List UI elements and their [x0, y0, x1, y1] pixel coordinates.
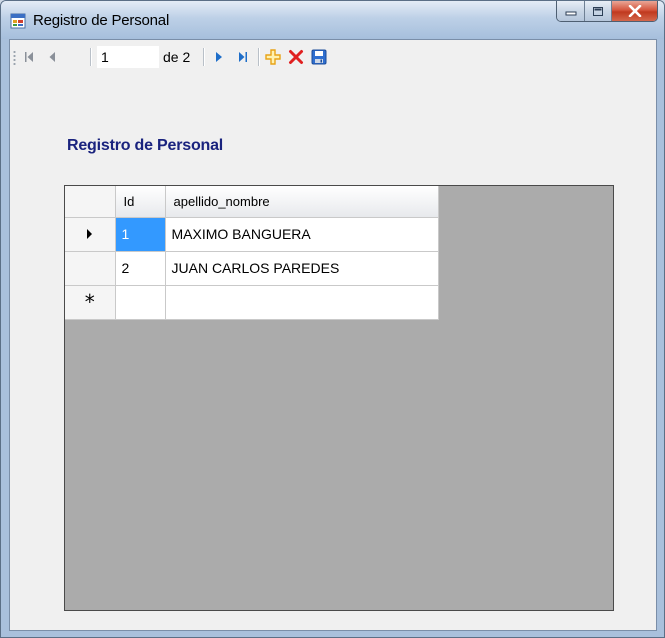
window-title: Registro de Personal [33, 12, 170, 29]
row-header[interactable] [65, 217, 116, 252]
toolbar-separator [258, 48, 260, 66]
app-icon[interactable] [10, 13, 26, 29]
new-row-icon: * [84, 290, 95, 314]
delete-icon [289, 50, 303, 64]
cell-id[interactable]: 1 [115, 217, 166, 252]
save-icon [311, 49, 327, 65]
cell-apellido-nombre[interactable] [165, 285, 439, 320]
move-last-icon [239, 52, 247, 62]
cell-apellido-nombre[interactable]: JUAN CARLOS PAREDES [165, 251, 439, 286]
add-new-button[interactable] [264, 48, 282, 66]
move-first-button[interactable] [20, 48, 38, 66]
move-last-button[interactable] [234, 48, 252, 66]
form-heading: Registro de Personal [67, 137, 224, 154]
save-button[interactable] [310, 48, 328, 66]
title-bar[interactable]: Registro de Personal [1, 1, 664, 39]
position-input[interactable] [97, 46, 159, 68]
move-next-icon [216, 52, 222, 62]
row-header[interactable]: * [65, 285, 116, 320]
cell-id[interactable] [115, 285, 166, 320]
maximize-icon [593, 6, 603, 16]
toolbar-separator [203, 48, 205, 66]
cell-apellido-nombre[interactable]: MAXIMO BANGUERA [165, 217, 439, 252]
grid-corner-header[interactable] [65, 186, 116, 218]
move-previous-icon [49, 52, 55, 62]
toolbar-separator [90, 48, 92, 66]
move-first-icon [25, 52, 33, 62]
grid-table: Id apellido_nombre 1 MAXIMO BANGUERA 2 J… [65, 186, 439, 320]
personal-data-grid[interactable]: Id apellido_nombre 1 MAXIMO BANGUERA 2 J… [64, 185, 614, 611]
toolbar-grip[interactable] [13, 50, 16, 66]
record-count-label: de 2 [163, 49, 191, 65]
maximize-button[interactable] [585, 1, 612, 21]
column-header-apellido-nombre[interactable]: apellido_nombre [165, 186, 439, 218]
current-row-icon [87, 229, 93, 239]
close-icon [628, 5, 641, 17]
window-controls [556, 1, 658, 22]
table-row[interactable]: 1 MAXIMO BANGUERA [65, 217, 439, 252]
row-header[interactable] [65, 251, 116, 286]
cell-id[interactable]: 2 [115, 251, 166, 286]
new-row[interactable]: * [65, 285, 439, 320]
close-button[interactable] [612, 1, 657, 21]
grid-header-row: Id apellido_nombre [65, 186, 439, 218]
table-row[interactable]: 2 JUAN CARLOS PAREDES [65, 251, 439, 286]
minimize-icon [565, 11, 576, 16]
main-window: Registro de Personal 1 de 2 Registro de … [0, 0, 665, 638]
column-header-id[interactable]: Id [115, 186, 166, 218]
move-previous-button[interactable] [44, 48, 62, 66]
move-next-button[interactable] [210, 48, 228, 66]
minimize-button[interactable] [557, 1, 585, 21]
add-icon [265, 49, 281, 65]
binding-navigator: de 2 [10, 40, 656, 74]
delete-button[interactable] [287, 48, 305, 66]
form-client-area: de 2 [9, 39, 657, 631]
